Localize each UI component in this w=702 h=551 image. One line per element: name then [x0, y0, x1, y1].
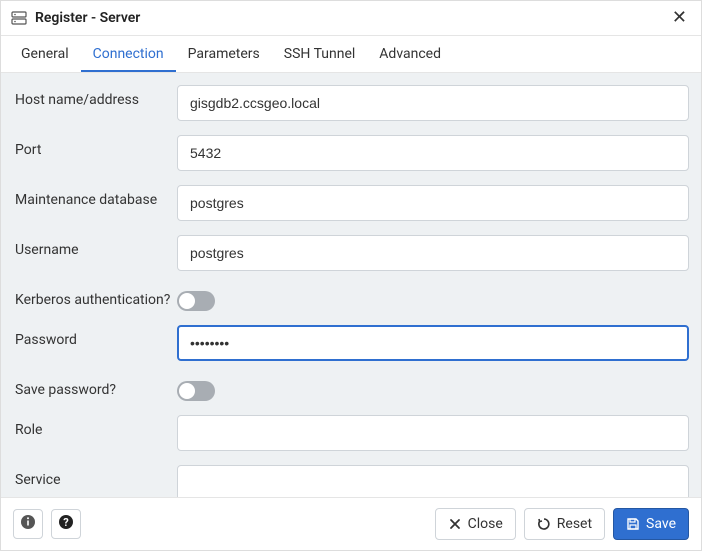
username-input[interactable]: [177, 235, 689, 271]
info-icon: [20, 514, 36, 534]
username-label: Username: [9, 235, 177, 258]
close-button[interactable]: Close: [435, 508, 516, 540]
password-label: Password: [9, 325, 177, 348]
tab-parameters[interactable]: Parameters: [176, 36, 272, 72]
tab-general[interactable]: General: [9, 36, 81, 72]
info-button[interactable]: [13, 509, 43, 539]
role-input[interactable]: [177, 415, 689, 451]
help-icon: ?: [58, 514, 74, 534]
save-button[interactable]: Save: [613, 508, 689, 540]
host-input[interactable]: [177, 85, 689, 121]
save-password-toggle[interactable]: [177, 381, 215, 401]
password-input[interactable]: [177, 325, 689, 361]
tab-advanced[interactable]: Advanced: [367, 36, 453, 72]
maintenance-db-input[interactable]: [177, 185, 689, 221]
save-icon: [626, 517, 640, 531]
dialog-title: Register - Server: [35, 10, 668, 26]
register-server-dialog: Register - Server ✕ General Connection P…: [0, 0, 702, 551]
reset-icon: [537, 517, 551, 531]
svg-text:?: ?: [63, 516, 69, 529]
maintdb-label: Maintenance database: [9, 185, 177, 208]
service-input[interactable]: [177, 465, 689, 497]
footer: ? Close Reset Save: [1, 497, 701, 550]
savepw-label: Save password?: [9, 375, 177, 398]
form-body: Host name/address Port Maintenance datab…: [1, 73, 701, 497]
tab-bar: General Connection Parameters SSH Tunnel…: [1, 36, 701, 73]
tab-connection[interactable]: Connection: [81, 36, 176, 72]
help-button[interactable]: ?: [51, 509, 81, 539]
titlebar: Register - Server ✕: [1, 1, 701, 36]
host-label: Host name/address: [9, 85, 177, 108]
close-icon[interactable]: ✕: [668, 7, 691, 29]
close-button-label: Close: [468, 516, 503, 532]
kerberos-label: Kerberos authentication?: [9, 285, 177, 308]
server-icon: [11, 10, 27, 26]
close-x-icon: [448, 517, 462, 531]
port-label: Port: [9, 135, 177, 158]
kerberos-toggle[interactable]: [177, 291, 215, 311]
service-label: Service: [9, 465, 177, 488]
tab-ssh-tunnel[interactable]: SSH Tunnel: [272, 36, 368, 72]
reset-button-label: Reset: [557, 516, 592, 532]
role-label: Role: [9, 415, 177, 438]
reset-button[interactable]: Reset: [524, 508, 605, 540]
port-input[interactable]: [177, 135, 689, 171]
save-button-label: Save: [646, 516, 676, 532]
